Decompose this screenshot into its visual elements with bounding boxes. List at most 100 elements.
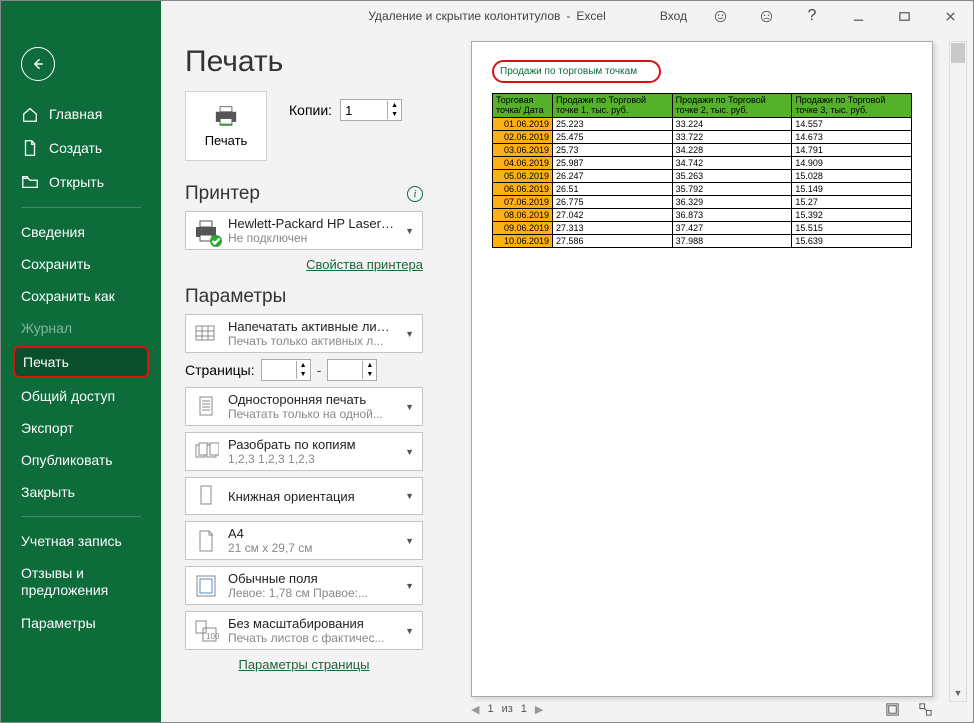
chevron-down-icon: ▼ xyxy=(403,491,416,501)
table-row: 03.06.201925.7334.22814.791 xyxy=(493,144,912,157)
main-area: Печать Печать Копии: ▲▼ Принтер i xyxy=(161,31,973,722)
page-title: Печать xyxy=(185,45,423,79)
show-margins-icon[interactable] xyxy=(885,702,900,717)
copies-label: Копии: xyxy=(289,102,332,118)
chevron-down-icon: ▼ xyxy=(403,581,416,591)
chevron-down-icon: ▼ xyxy=(403,536,416,546)
info-icon[interactable]: i xyxy=(407,186,423,202)
nav-account[interactable]: Учетная запись xyxy=(1,525,161,557)
printer-status: Не подключен xyxy=(228,231,395,245)
status-ok-icon xyxy=(210,235,222,247)
margins-selector[interactable]: Обычные поляЛевое: 1,78 см Правое:... ▼ xyxy=(185,566,423,605)
scale-icon: 100 xyxy=(192,617,220,645)
spin-up-icon[interactable]: ▲ xyxy=(388,101,401,110)
zoom-to-page-icon[interactable] xyxy=(918,702,933,717)
nav-print[interactable]: Печать xyxy=(13,346,149,378)
face-sad-icon[interactable] xyxy=(743,1,789,31)
spin-down-icon[interactable]: ▼ xyxy=(388,110,401,119)
back-button[interactable] xyxy=(21,47,55,81)
preview-table: Торговая точка/ ДатаПродажи по Торговой … xyxy=(492,93,912,248)
nav-info[interactable]: Сведения xyxy=(1,216,161,248)
sides-selector[interactable]: Односторонняя печатьПечатать только на о… xyxy=(185,387,423,426)
nav-close[interactable]: Закрыть xyxy=(1,476,161,508)
table-row: 07.06.201926.77536.32915.27 xyxy=(493,196,912,209)
help-button[interactable]: ? xyxy=(789,1,835,31)
nav-history: Журнал xyxy=(1,312,161,344)
collate-selector[interactable]: Разобрать по копиям1,2,3 1,2,3 1,2,3 ▼ xyxy=(185,432,423,471)
nav-open[interactable]: Открыть xyxy=(1,165,161,199)
collate-icon xyxy=(192,438,220,466)
page-header-callout: Продажи по торговым точкам xyxy=(492,60,661,83)
copies-spinner[interactable]: ▲▼ xyxy=(340,99,402,121)
margins-icon xyxy=(192,572,220,600)
copies-input[interactable] xyxy=(341,101,387,120)
params-heading: Параметры xyxy=(185,286,423,308)
table-row: 02.06.201925.47533.72214.673 xyxy=(493,131,912,144)
col-header: Продажи по Торговой точке 1, тыс. руб. xyxy=(553,94,673,118)
nav-share[interactable]: Общий доступ xyxy=(1,380,161,412)
print-preview: Продажи по торговым точкам Торговая точк… xyxy=(441,31,973,722)
preview-scrollbar[interactable]: ▲ ▼ xyxy=(949,41,967,702)
sign-in-button[interactable]: Вход xyxy=(650,1,697,31)
page-to-spinner[interactable]: ▲▼ xyxy=(327,359,377,381)
table-row: 04.06.201925.98734.74214.909 xyxy=(493,157,912,170)
paper-size-selector[interactable]: A421 см x 29,7 см ▼ xyxy=(185,521,423,560)
printer-icon xyxy=(212,105,240,127)
chevron-down-icon: ▼ xyxy=(403,447,416,457)
face-smile-icon[interactable] xyxy=(697,1,743,31)
page-single-icon xyxy=(192,393,220,421)
prev-page-button[interactable]: ◀ xyxy=(471,703,479,716)
preview-footer: ◀ 1 из 1 ▶ xyxy=(471,700,933,718)
portrait-icon xyxy=(192,482,220,510)
sheets-icon xyxy=(192,320,220,348)
nav-feedback[interactable]: Отзывы и предложения xyxy=(1,557,161,607)
printer-heading: Принтер i xyxy=(185,183,423,205)
nav-new[interactable]: Создать xyxy=(1,131,161,165)
nav-options[interactable]: Параметры xyxy=(1,607,161,639)
table-row: 08.06.201927.04236.87315.392 xyxy=(493,209,912,222)
maximize-button[interactable] xyxy=(881,1,927,31)
next-page-button[interactable]: ▶ xyxy=(535,703,543,716)
col-header: Торговая точка/ Дата xyxy=(493,94,553,118)
window-title: Удаление и скрытие колонтитулов - Excel xyxy=(368,9,606,23)
nav-home[interactable]: Главная xyxy=(1,97,161,131)
divider xyxy=(21,207,141,208)
print-button[interactable]: Печать xyxy=(185,91,267,161)
nav-save[interactable]: Сохранить xyxy=(1,248,161,280)
nav-export[interactable]: Экспорт xyxy=(1,412,161,444)
app-name: Excel xyxy=(576,9,605,23)
scroll-thumb[interactable] xyxy=(951,43,965,63)
chevron-down-icon: ▼ xyxy=(403,402,416,412)
scroll-down-icon[interactable]: ▼ xyxy=(950,684,966,701)
chevron-down-icon: ▼ xyxy=(403,329,416,339)
orientation-selector[interactable]: Книжная ориентация ▼ xyxy=(185,477,423,515)
print-options-panel: Печать Печать Копии: ▲▼ Принтер i xyxy=(161,31,441,722)
preview-page: Продажи по торговым точкам Торговая точк… xyxy=(471,41,933,697)
printer-properties-link[interactable]: Свойства принтера xyxy=(306,257,423,272)
minimize-button[interactable] xyxy=(835,1,881,31)
table-row: 06.06.201926.5135.79215.149 xyxy=(493,183,912,196)
nav-saveas[interactable]: Сохранить как xyxy=(1,280,161,312)
printer-device-icon xyxy=(192,217,220,245)
table-row: 05.06.201926.24735.26315.028 xyxy=(493,170,912,183)
page-from-spinner[interactable]: ▲▼ xyxy=(261,359,311,381)
table-row: 09.06.201927.31337.42715.515 xyxy=(493,222,912,235)
printer-name: Hewlett-Packard HP LaserJe... xyxy=(228,216,395,231)
close-button[interactable] xyxy=(927,1,973,31)
pages-range: Страницы: ▲▼ - ▲▼ xyxy=(185,359,423,381)
table-row: 10.06.201927.58637.98815.639 xyxy=(493,235,912,248)
printer-selector[interactable]: Hewlett-Packard HP LaserJe... Не подключ… xyxy=(185,211,423,250)
nav-publish[interactable]: Опубликовать xyxy=(1,444,161,476)
page-total: 1 xyxy=(521,703,527,715)
col-header: Продажи по Торговой точке 2, тыс. руб. xyxy=(672,94,792,118)
doc-name: Удаление и скрытие колонтитулов xyxy=(368,9,560,23)
page-to-input[interactable] xyxy=(328,361,362,380)
svg-text:100: 100 xyxy=(206,632,219,641)
divider xyxy=(21,516,141,517)
col-header: Продажи по Торговой точке 3, тыс. руб. xyxy=(792,94,912,118)
chevron-down-icon: ▼ xyxy=(403,226,416,236)
scaling-selector[interactable]: 100 Без масштабированияПечать листов с ф… xyxy=(185,611,423,650)
print-what-selector[interactable]: Напечатать активные листыПечать только а… xyxy=(185,314,423,353)
page-setup-link[interactable]: Параметры страницы xyxy=(238,657,369,672)
page-from-input[interactable] xyxy=(262,361,296,380)
